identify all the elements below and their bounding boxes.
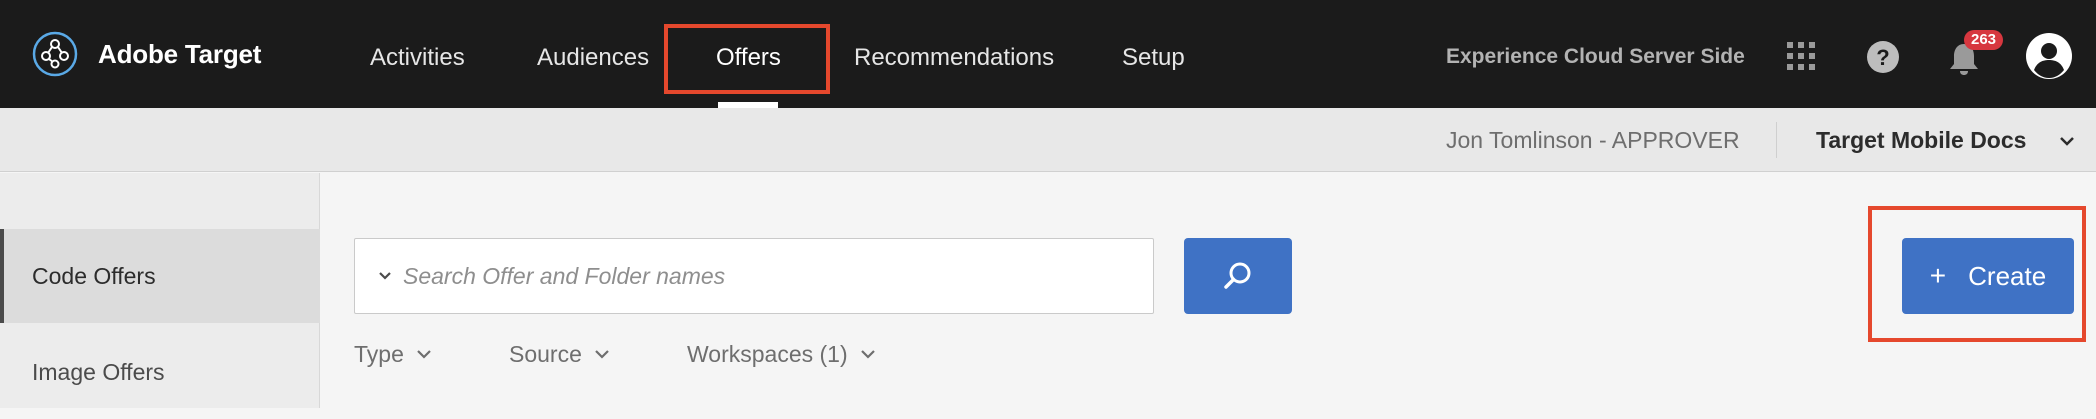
create-button-label: Create (1968, 260, 2047, 291)
filter-type[interactable]: Type (354, 338, 432, 370)
filter-source[interactable]: Source (509, 338, 610, 370)
plus-icon: + (1929, 260, 1947, 291)
offers-highlight-box (664, 24, 830, 94)
nav-recommendations[interactable]: Recommendations (854, 38, 1054, 78)
filter-source-label: Source (509, 341, 582, 367)
offers-sidebar: Code Offers Image Offers (0, 173, 320, 408)
search-field[interactable] (354, 238, 1154, 314)
search-icon (1224, 262, 1251, 289)
notification-badge: 263 (1964, 30, 2004, 50)
filter-workspaces-label: Workspaces (1) (687, 341, 848, 367)
nav-activities[interactable]: Activities (370, 38, 465, 78)
app-title: Adobe Target (98, 38, 262, 69)
top-navigation-bar: Adobe Target Activities Audiences Offers… (0, 0, 2096, 108)
adobe-target-logo-icon (32, 31, 78, 77)
chevron-down-icon[interactable] (377, 268, 393, 284)
context-bar: Jon Tomlinson - APPROVER Target Mobile D… (0, 108, 2096, 172)
sidebar-item-code-offers[interactable]: Code Offers (0, 229, 320, 323)
help-icon[interactable]: ? (1866, 40, 1900, 74)
sidebar-item-image-offers[interactable]: Image Offers (0, 325, 320, 419)
org-name[interactable]: Experience Cloud Server Side (1446, 40, 1745, 74)
workspace-selector[interactable]: Target Mobile Docs (1816, 124, 2026, 156)
chevron-down-icon (417, 350, 431, 359)
filter-workspaces[interactable]: Workspaces (1) (687, 338, 876, 370)
search-button[interactable] (1184, 238, 1292, 314)
search-input[interactable] (403, 262, 1103, 290)
apps-grid-icon[interactable] (1785, 40, 1817, 72)
svg-text:?: ? (1876, 45, 1889, 70)
divider (1776, 122, 1777, 158)
filter-type-label: Type (354, 341, 404, 367)
nav-audiences[interactable]: Audiences (537, 38, 649, 78)
chevron-down-icon (860, 350, 875, 359)
nav-setup[interactable]: Setup (1122, 38, 1185, 78)
app-logo[interactable]: Adobe Target (32, 30, 261, 78)
user-role-label: Jon Tomlinson - APPROVER (1446, 127, 1740, 153)
chevron-down-icon[interactable] (2058, 134, 2076, 148)
chevron-down-icon (595, 350, 609, 359)
create-button[interactable]: + Create (1902, 238, 2074, 314)
user-avatar-icon[interactable] (2025, 32, 2073, 80)
